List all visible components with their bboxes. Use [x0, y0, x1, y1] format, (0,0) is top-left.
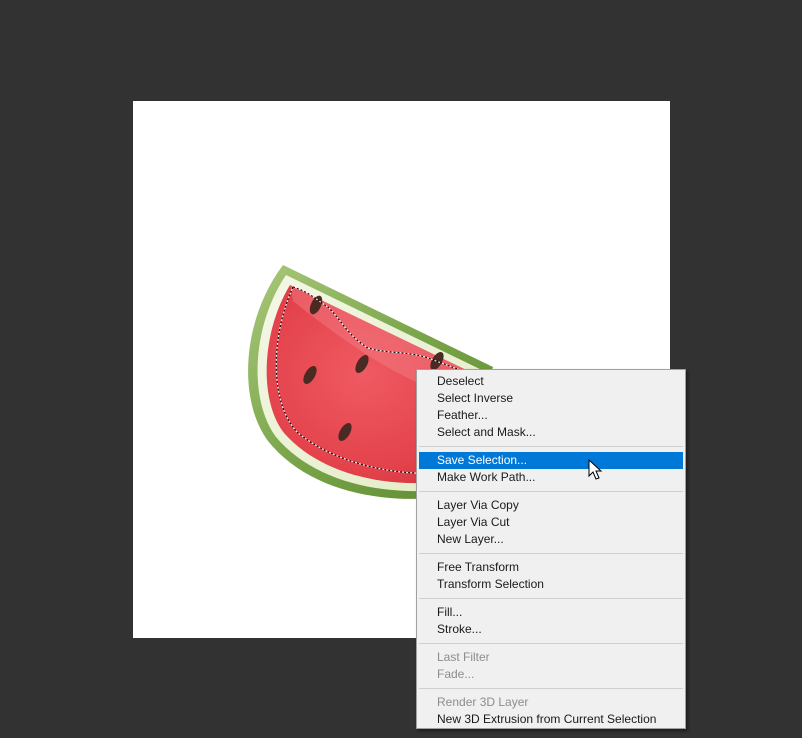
menu-item-fill[interactable]: Fill...	[419, 604, 683, 621]
menu-item-stroke[interactable]: Stroke...	[419, 621, 683, 638]
menu-item-deselect[interactable]: Deselect	[419, 373, 683, 390]
selection-context-menu: Deselect Select Inverse Feather... Selec…	[416, 369, 686, 729]
menu-item-free-transform[interactable]: Free Transform	[419, 559, 683, 576]
menu-separator	[419, 446, 683, 447]
menu-item-select-inverse[interactable]: Select Inverse	[419, 390, 683, 407]
menu-item-fade: Fade...	[437, 667, 475, 681]
menu-separator	[419, 553, 683, 554]
menu-item-new-3d-extrusion[interactable]: New 3D Extrusion from Current Selection	[419, 711, 683, 728]
menu-item-layer-via-copy[interactable]: Layer Via Copy	[419, 497, 683, 514]
menu-item-layer-via-cut[interactable]: Layer Via Cut	[419, 514, 683, 531]
menu-separator	[419, 643, 683, 644]
arrow-pointer-icon	[588, 459, 603, 480]
menu-item-new-layer[interactable]: New Layer...	[419, 531, 683, 548]
menu-separator	[419, 688, 683, 689]
menu-item-select-and-mask[interactable]: Select and Mask...	[419, 424, 683, 441]
menu-item-make-work-path[interactable]: Make Work Path...	[419, 469, 683, 486]
menu-separator	[419, 491, 683, 492]
menu-item-feather[interactable]: Feather...	[419, 407, 683, 424]
menu-item-transform-selection[interactable]: Transform Selection	[419, 576, 683, 593]
menu-item-render-3d-layer: Render 3D Layer	[437, 695, 529, 709]
photoshop-workspace: Deselect Select Inverse Feather... Selec…	[0, 0, 802, 738]
menu-item-save-selection[interactable]: Save Selection...	[419, 452, 683, 469]
menu-item-last-filter: Last Filter	[437, 650, 490, 664]
menu-separator	[419, 598, 683, 599]
